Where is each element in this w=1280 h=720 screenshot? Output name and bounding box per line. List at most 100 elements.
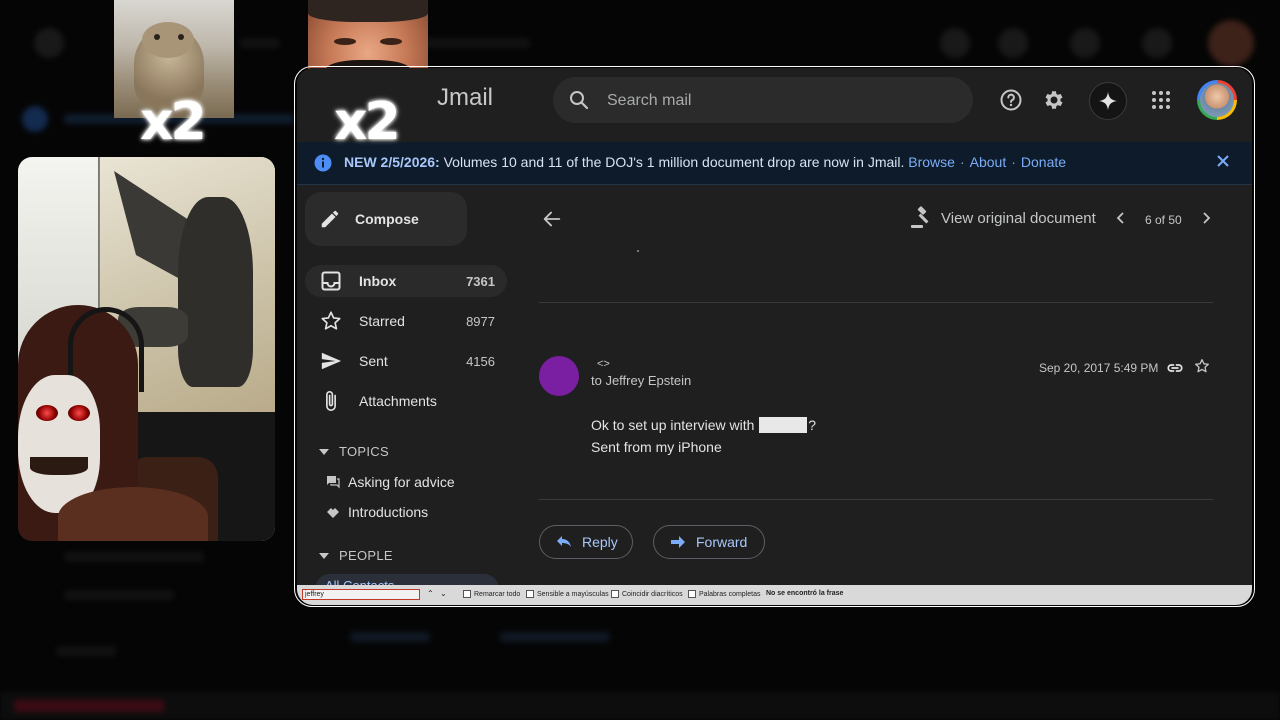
back-arrow-icon[interactable] [541, 208, 563, 235]
browser-find-bar: jeffrey ⌃ ⌄ Remarcar todo Sensible a may… [297, 585, 1252, 605]
view-original-label: View original document [941, 209, 1096, 227]
search-icon[interactable] [567, 88, 591, 112]
match-case-option[interactable]: Sensible a mayúsculas [526, 590, 609, 598]
reply-arrow-icon [557, 536, 571, 547]
whole-words-option[interactable]: Palabras completas [688, 590, 760, 598]
message-pager: 6 of 50 [1115, 212, 1212, 227]
body-text: ? [808, 417, 817, 433]
highlight-all-option[interactable]: Remarcar todo [463, 590, 520, 598]
topic-label: Introductions [348, 504, 429, 520]
bg-search [420, 38, 530, 48]
topic-asking-for-advice[interactable]: Asking for advice [325, 474, 455, 490]
divider [539, 302, 1213, 303]
paperclip-icon [319, 389, 343, 413]
webcam-feed [18, 157, 275, 541]
option-label: Palabras completas [699, 590, 761, 598]
find-next-icon[interactable]: ⌄ [440, 589, 447, 598]
send-icon [319, 349, 343, 373]
bg-gem-icon [1070, 28, 1100, 58]
banner-close-icon[interactable] [1216, 154, 1230, 173]
inbox-icon [319, 269, 343, 293]
bg-logo [240, 38, 280, 48]
forward-button[interactable]: Forward [653, 525, 765, 559]
match-diacritics-option[interactable]: Coincidir diacríticos [611, 590, 683, 598]
chat-bubble-icon [325, 474, 341, 490]
multiplier-right: x2 [334, 92, 401, 152]
people-heading: PEOPLE [339, 548, 393, 563]
compose-button[interactable]: Compose [305, 192, 467, 246]
apps-grid-icon[interactable] [1147, 86, 1175, 114]
sparkle-icon [1099, 92, 1117, 110]
message-view: View original document 6 of 50 <> to Jef… [515, 186, 1252, 585]
gemini-sparkle-button[interactable] [1089, 82, 1127, 120]
search-bar[interactable] [553, 77, 973, 125]
pencil-icon [321, 210, 339, 228]
sender-avatar [539, 356, 579, 396]
top-bar: Jmail [297, 68, 1252, 132]
link-icon[interactable] [1166, 359, 1184, 382]
handshake-icon [325, 504, 341, 520]
settings-gear-icon[interactable] [1040, 86, 1068, 114]
gavel-icon [911, 206, 929, 228]
star-icon [319, 309, 343, 333]
banner-donate-link[interactable]: Donate [1021, 154, 1066, 170]
pager-text: 6 of 50 [1145, 212, 1182, 227]
sidebar-item-count: 4156 [466, 353, 495, 369]
jmail-window: Jmail NEW 2/5/2026: Volumes 10 and 11 of… [297, 68, 1252, 605]
find-input[interactable]: jeffrey [302, 589, 420, 600]
previous-message-remnant [637, 250, 639, 252]
compose-label: Compose [355, 211, 419, 227]
option-label: Sensible a mayúsculas [537, 590, 609, 598]
sidebar-item-count: 7361 [466, 273, 495, 289]
banner-browse-link[interactable]: Browse [908, 154, 955, 170]
topics-section-header[interactable]: TOPICS [319, 444, 389, 459]
account-avatar[interactable] [1197, 80, 1237, 120]
banner-text: NEW 2/5/2026: Volumes 10 and 11 of the D… [344, 154, 1067, 170]
bg-info-icon [22, 106, 48, 132]
message-body-line-1: Ok to set up interview with ? [591, 417, 816, 433]
next-message-chevron-icon[interactable] [1200, 212, 1212, 227]
reply-button[interactable]: Reply [539, 525, 633, 559]
sidebar-item-sent[interactable]: Sent 4156 [305, 345, 507, 377]
topic-label: Asking for advice [348, 474, 455, 490]
collapse-triangle-icon [319, 552, 329, 559]
forward-arrow-icon [671, 536, 685, 548]
message-body-line-2: Sent from my iPhone [591, 439, 722, 455]
sidebar-item-label: Inbox [359, 273, 397, 289]
search-input[interactable] [605, 77, 959, 125]
banner-about-link[interactable]: About [970, 154, 1007, 170]
divider [539, 499, 1213, 500]
bg-avatar [1208, 20, 1254, 66]
view-original-document-button[interactable]: View original document [909, 206, 1096, 230]
banner-prefix: NEW 2/5/2026: [344, 154, 440, 170]
sidebar-item-inbox[interactable]: Inbox 7361 [305, 265, 507, 297]
bg-settings-icon [998, 28, 1028, 58]
sidebar-item-label: Attachments [359, 393, 437, 409]
option-label: Remarcar todo [474, 590, 521, 598]
topic-introductions[interactable]: Introductions [325, 504, 428, 520]
people-section-header[interactable]: PEOPLE [319, 548, 393, 563]
app-logo[interactable]: Jmail [437, 84, 493, 112]
bg-topic [64, 552, 204, 562]
star-message-icon[interactable] [1194, 358, 1210, 379]
bg-topic [64, 590, 174, 600]
banner-message: Volumes 10 and 11 of the DOJ's 1 million… [443, 154, 905, 170]
body-text: Ok to set up interview with [591, 417, 755, 433]
redaction-box [759, 417, 808, 433]
topics-heading: TOPICS [339, 444, 389, 459]
find-previous-icon[interactable]: ⌃ [427, 589, 434, 598]
announcement-banner: NEW 2/5/2026: Volumes 10 and 11 of the D… [297, 142, 1252, 185]
message-date: Sep 20, 2017 5:49 PM [1039, 361, 1159, 375]
bg-help-icon [940, 28, 970, 58]
bg-findbar [0, 692, 1280, 720]
bg-forward-button [500, 632, 610, 642]
sidebar-item-attachments[interactable]: Attachments [305, 385, 507, 417]
sidebar-item-starred[interactable]: Starred 8977 [305, 305, 507, 337]
multiplier-left: x2 [140, 92, 207, 152]
help-icon[interactable] [997, 86, 1025, 114]
bg-apps-icon [1142, 28, 1172, 58]
sender-name: <> [597, 358, 610, 370]
bg-reply-button [350, 632, 430, 642]
collapse-triangle-icon [319, 448, 329, 455]
prev-message-chevron-icon[interactable] [1115, 212, 1127, 227]
